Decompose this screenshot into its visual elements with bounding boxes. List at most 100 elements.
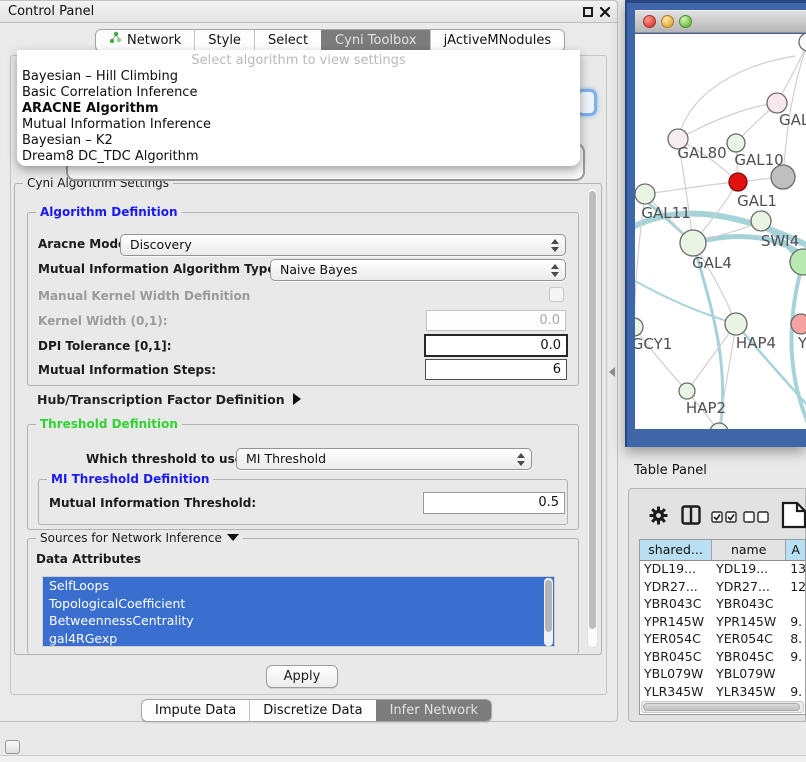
document-icon[interactable] xyxy=(781,501,806,532)
node-table: shared... name A YDL19...YDL19...13YDR27… xyxy=(639,539,806,715)
sources-group-title[interactable]: Sources for Network Inference xyxy=(36,531,243,545)
attribute-item[interactable]: BetweennessCentrality xyxy=(43,612,554,630)
table-row[interactable]: YPR145WYPR145W9. xyxy=(640,614,805,632)
mi-steps-field[interactable]: 6 xyxy=(425,359,567,380)
which-threshold-value: MI Threshold xyxy=(246,451,326,466)
network-edge[interactable] xyxy=(783,42,806,177)
list-scrollbar[interactable] xyxy=(544,578,553,646)
network-node-label: Y xyxy=(797,334,806,352)
network-node-label: GAL11 xyxy=(641,204,690,222)
tab-label: Infer Network xyxy=(390,700,478,721)
tab-infer-network[interactable]: Infer Network xyxy=(376,700,491,721)
dpi-tolerance-field[interactable]: 0.0 xyxy=(424,334,568,357)
table-row[interactable]: YDL19...YDL19...13 xyxy=(640,561,805,579)
network-node[interactable] xyxy=(635,318,643,336)
network-node[interactable] xyxy=(725,313,747,335)
network-edge[interactable] xyxy=(645,182,738,194)
uncheck-all-icon[interactable] xyxy=(743,511,769,526)
network-node[interactable] xyxy=(635,184,655,204)
table-horizontal-scrollbar[interactable] xyxy=(641,701,804,713)
mi-algorithm-type-combobox[interactable]: Naive Bayes xyxy=(270,259,566,281)
network-canvas-svg: GALGAL80GAL10GAL1GAL11SWI4GAL4HAP4YGCY1H… xyxy=(635,34,806,429)
attribute-item[interactable]: SelfLoops xyxy=(43,577,554,595)
network-node[interactable] xyxy=(727,134,745,152)
network-view-frame[interactable]: GALGAL80GAL10GAL1GAL11SWI4GAL4HAP4YGCY1H… xyxy=(625,0,806,447)
minimize-traffic-light-icon[interactable] xyxy=(661,15,674,28)
aracne-mode-label: Aracne Mode: xyxy=(38,237,131,251)
which-threshold-combobox[interactable]: MI Threshold xyxy=(236,448,532,470)
collapse-down-icon[interactable] xyxy=(227,534,239,541)
tab-network[interactable]: Network xyxy=(96,30,194,51)
expand-right-icon[interactable] xyxy=(293,393,301,405)
collapsed-panel-icon[interactable] xyxy=(5,740,20,754)
table-scrollbar-thumb[interactable] xyxy=(643,703,800,711)
table-panel-title: Table Panel xyxy=(634,463,707,478)
mi-threshold-group: MI Threshold Definition Mutual Informati… xyxy=(38,479,568,525)
table-row[interactable]: YBR043CYBR043C xyxy=(640,596,805,614)
apply-button[interactable]: Apply xyxy=(266,665,338,688)
attribute-item[interactable]: TopologicalCoefficient xyxy=(43,595,554,613)
tab-jactivemnodules[interactable]: jActiveMNodules xyxy=(430,30,565,51)
dropdown-item[interactable]: ARACNE Algorithm xyxy=(17,101,580,117)
control-panel-title: Control Panel xyxy=(8,4,94,19)
column-header-name[interactable]: name xyxy=(712,540,786,560)
settings-scrollbar[interactable] xyxy=(587,188,598,648)
zoom-traffic-light-icon[interactable] xyxy=(679,15,692,28)
network-node[interactable] xyxy=(791,314,806,334)
float-window-icon[interactable] xyxy=(583,7,593,17)
tab-select[interactable]: Select xyxy=(254,30,321,51)
table-row[interactable]: YDR27...YDR27...12 xyxy=(640,579,805,597)
network-window-titlebar[interactable] xyxy=(635,10,806,33)
network-edge[interactable] xyxy=(687,324,736,391)
data-attributes-list[interactable]: SelfLoopsTopologicalCoefficientBetweenne… xyxy=(42,576,555,647)
tab-label: Style xyxy=(208,30,241,51)
network-node[interactable] xyxy=(729,173,747,191)
tab-style[interactable]: Style xyxy=(194,30,254,51)
tab-discretize-data[interactable]: Discretize Data xyxy=(249,700,375,721)
table-cell: 8. xyxy=(786,631,805,649)
table-row[interactable]: YER054CYER054C8. xyxy=(640,631,805,649)
algorithm-definition-title: Algorithm Definition xyxy=(36,205,182,219)
column-header-partial[interactable]: A xyxy=(786,540,805,560)
algorithm-dropdown-placeholder: Select algorithm to view settings xyxy=(17,52,580,69)
panel-divider-grip[interactable] xyxy=(609,367,615,377)
network-node[interactable] xyxy=(799,34,806,51)
network-node[interactable] xyxy=(751,211,771,231)
mi-threshold-field[interactable]: 0.5 xyxy=(423,492,565,514)
table-row[interactable]: YLR345WYLR345W9. xyxy=(640,684,805,702)
dropdown-item[interactable]: Bayesian – Hill Climbing xyxy=(17,69,580,85)
attribute-item[interactable]: gal4RGexp xyxy=(43,630,554,648)
algorithm-definition-group: Algorithm Definition Aracne Mode: Discov… xyxy=(27,212,579,386)
control-panel-window: Control Panel Network Style Select Cyni … xyxy=(0,0,618,722)
list-scrollbar-thumb[interactable] xyxy=(545,580,552,632)
table-row[interactable]: YBL079WYBL079W xyxy=(640,666,805,684)
network-node[interactable] xyxy=(680,230,706,256)
network-canvas[interactable]: GALGAL80GAL10GAL1GAL11SWI4GAL4HAP4YGCY1H… xyxy=(635,34,806,429)
dropdown-item[interactable]: Basic Correlation Inference xyxy=(17,85,580,101)
table-cell: YER054C xyxy=(640,631,712,649)
table-cell: YDR27... xyxy=(640,579,712,597)
close-icon[interactable] xyxy=(599,6,611,18)
tab-cyni-toolbox[interactable]: Cyni Toolbox xyxy=(321,30,430,51)
dropdown-item[interactable]: Bayesian – K2 xyxy=(17,133,580,149)
hub-transcription-factor-section[interactable]: Hub/Transcription Factor Definition xyxy=(37,392,301,407)
aracne-mode-combobox[interactable]: Discovery xyxy=(120,234,566,256)
network-node[interactable] xyxy=(679,383,695,399)
split-columns-icon[interactable] xyxy=(681,505,701,528)
algorithm-dropdown-popup: Select algorithm to view settings Bayesi… xyxy=(17,50,580,166)
tab-impute-data[interactable]: Impute Data xyxy=(142,700,249,721)
check-all-icon[interactable] xyxy=(711,511,737,526)
settings-scrollbar-thumb[interactable] xyxy=(589,191,596,629)
tab-label: jActiveMNodules xyxy=(444,30,552,51)
close-traffic-light-icon[interactable] xyxy=(643,15,656,28)
table-row[interactable]: YBR045CYBR045C9. xyxy=(640,649,805,667)
gear-icon[interactable] xyxy=(649,506,668,528)
network-node[interactable] xyxy=(767,93,787,113)
network-edge[interactable] xyxy=(635,276,736,324)
mi-steps-label: Mutual Information Steps: xyxy=(38,363,216,377)
cyni-algorithm-settings-group: Cyni Algorithm Settings Algorithm Defini… xyxy=(14,183,602,655)
column-header-shared-name[interactable]: shared... xyxy=(640,540,712,560)
dropdown-item[interactable]: Mutual Information Inference xyxy=(17,117,580,133)
control-panel-titlebar[interactable]: Control Panel xyxy=(0,1,617,23)
dropdown-item[interactable]: Dream8 DC_TDC Algorithm xyxy=(17,149,580,165)
